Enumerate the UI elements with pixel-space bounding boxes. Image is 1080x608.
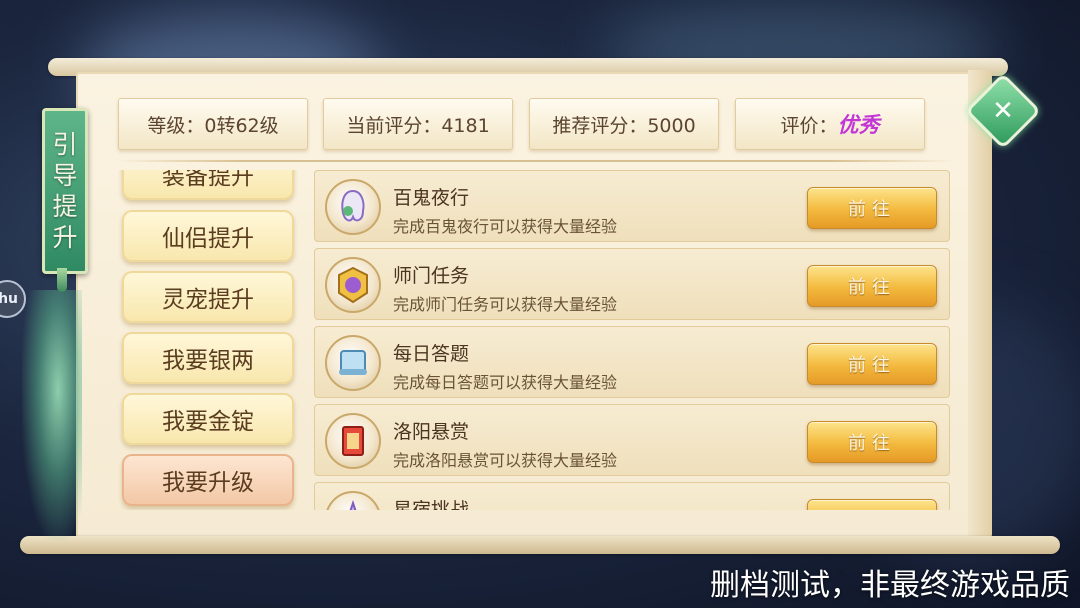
go-button[interactable]: 前往 xyxy=(807,343,937,385)
recommended-score-stat: 推荐评分：5000 xyxy=(529,98,719,150)
sect-token-icon xyxy=(325,257,381,313)
divider xyxy=(116,160,956,162)
level-stat: 等级：0转62级 xyxy=(118,98,308,150)
current-score-stat: 当前评分：4181 xyxy=(323,98,513,150)
task-description: 完成师门任务可以获得大量经验 xyxy=(393,295,618,314)
task-row: 星宿挑战 xyxy=(314,482,950,510)
rating-value: 优秀 xyxy=(837,112,880,137)
task-row: 师门任务 完成师门任务可以获得大量经验 前往 xyxy=(314,248,950,320)
task-list[interactable]: 百鬼夜行 完成百鬼夜行可以获得大量经验 前往 师门任务 完成师门任务可以获得大量… xyxy=(314,170,954,510)
task-row: 百鬼夜行 完成百鬼夜行可以获得大量经验 前往 xyxy=(314,170,950,242)
tab-companion[interactable]: 仙侣提升 xyxy=(122,210,294,262)
tassel-icon xyxy=(57,268,67,292)
task-description: 完成百鬼夜行可以获得大量经验 xyxy=(393,217,618,236)
scroll-icon xyxy=(325,335,381,391)
task-title: 星宿挑战 xyxy=(393,499,470,510)
go-button[interactable] xyxy=(807,499,937,510)
task-title: 百鬼夜行 xyxy=(393,187,470,209)
task-title: 洛阳悬赏 xyxy=(393,421,470,443)
star-challenge-icon xyxy=(325,491,381,510)
task-title: 师门任务 xyxy=(393,265,470,287)
rating-label: 评价： xyxy=(780,114,838,137)
game-screen: hu 引 导 提 升 ✕ 等级：0转62级 当前评分：4181 推荐评分：500… xyxy=(0,0,1080,608)
banner-char: 升 xyxy=(52,223,78,252)
rating-stat: 评价： 优秀 xyxy=(735,98,925,150)
ghost-parade-icon xyxy=(325,179,381,235)
go-button[interactable]: 前往 xyxy=(807,187,937,229)
task-row: 洛阳悬赏 完成洛阳悬赏可以获得大量经验 前往 xyxy=(314,404,950,476)
scroll-bottom-rod xyxy=(20,536,1060,554)
go-button[interactable]: 前往 xyxy=(807,421,937,463)
test-watermark: 删档测试，非最终游戏品质 xyxy=(710,568,1070,603)
task-description: 完成洛阳悬赏可以获得大量经验 xyxy=(393,451,618,470)
tab-equipment[interactable]: 装备提升 xyxy=(122,170,294,200)
tab-level-up[interactable]: 我要升级 xyxy=(122,454,294,506)
task-title: 每日答题 xyxy=(393,343,470,365)
crane-decoration-icon xyxy=(22,290,82,540)
guide-banner: 引 导 提 升 xyxy=(42,108,88,274)
task-row: 每日答题 完成每日答题可以获得大量经验 前往 xyxy=(314,326,950,398)
tab-pet[interactable]: 灵宠提升 xyxy=(122,271,294,323)
banner-char: 提 xyxy=(52,192,78,221)
go-button[interactable]: 前往 xyxy=(807,265,937,307)
tab-gold[interactable]: 我要金锭 xyxy=(122,393,294,445)
scroll-right-edge xyxy=(968,70,992,540)
bounty-icon xyxy=(325,413,381,469)
banner-char: 引 xyxy=(52,130,78,159)
category-tab-list[interactable]: 装备提升 仙侣提升 灵宠提升 我要银两 我要金锭 我要升级 xyxy=(116,170,306,510)
tab-silver[interactable]: 我要银两 xyxy=(122,332,294,384)
close-icon: ✕ xyxy=(992,96,1014,126)
task-description: 完成每日答题可以获得大量经验 xyxy=(393,373,618,392)
banner-char: 导 xyxy=(52,161,78,190)
